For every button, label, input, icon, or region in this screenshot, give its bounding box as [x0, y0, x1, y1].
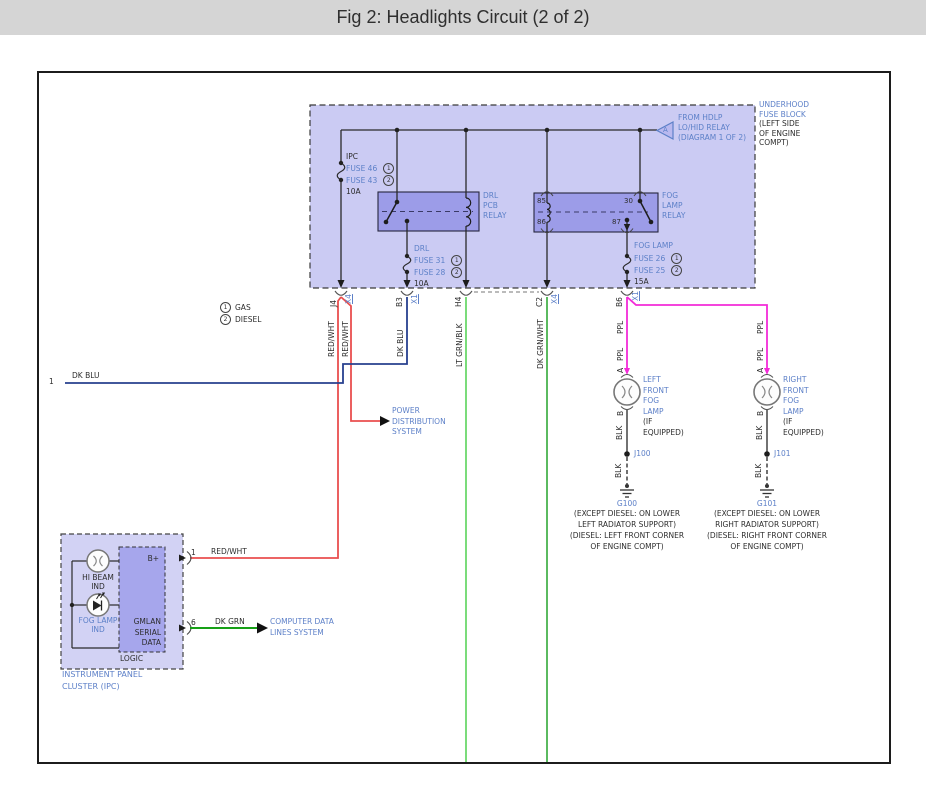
- lamp-pin-a: A: [616, 367, 625, 373]
- fog-relay-pin85: 85: [537, 197, 546, 205]
- fog-lamp-ind-label: FOG LAMP IND: [78, 616, 118, 634]
- wire-label-dk-grn: DK GRN: [215, 617, 245, 626]
- drl-fuse-row1: FUSE 31 1: [414, 255, 463, 266]
- computer-data-arrow: [257, 622, 268, 634]
- drl-fuse-amps: 10A: [414, 279, 429, 288]
- ipc-pin6: 6: [191, 618, 196, 627]
- gas-marker-icon: 1: [383, 163, 395, 174]
- ipc-fuse-name: IPC: [346, 152, 358, 161]
- legend-gas: 1 GAS: [220, 302, 251, 313]
- red-wht-wires: [190, 296, 380, 559]
- ipc-name-label: INSTRUMENT PANEL CLUSTER (IPC): [62, 670, 143, 691]
- fog-relay-pin86: 86: [537, 218, 546, 226]
- left-fog-lamp-symbol: [613, 374, 641, 410]
- pin-h4: H4: [454, 296, 463, 307]
- wire-label-blk: BLK: [614, 463, 623, 478]
- connector-x1: X1: [631, 291, 640, 301]
- diesel-marker-icon: 2: [451, 267, 463, 278]
- splice-j100: J100: [634, 449, 651, 458]
- fog-relay-pin87: 87: [612, 218, 621, 226]
- ground-symbol-g100: [620, 484, 634, 498]
- wire-label-blk: BLK: [754, 463, 763, 478]
- connector-x1: X1: [410, 294, 419, 304]
- wire-label-ppl: PPL: [756, 347, 765, 361]
- right-fog-lamp-label: RIGHT FRONT FOG LAMP (IF EQUIPPED): [783, 375, 824, 437]
- pin-c2: C2: [535, 296, 544, 307]
- hi-beam-ind-label: HI BEAM IND: [82, 573, 114, 591]
- ipc-fuse-row1: FUSE 46 1: [346, 163, 395, 174]
- logic-label: LOGIC: [120, 654, 144, 663]
- drl-fuse-name: DRL: [414, 244, 430, 253]
- drl-relay-box: [377, 191, 480, 232]
- ground-g100-location: (EXCEPT DIESEL: ON LOWER LEFT RADIATOR S…: [569, 509, 685, 551]
- fog-fuse-amps: 15A: [634, 277, 649, 286]
- gas-marker-icon: 1: [451, 255, 463, 266]
- ipc-fuse-amps: 10A: [346, 187, 361, 196]
- power-dist-arrow: [380, 416, 390, 426]
- fog-relay-pin30: 30: [624, 197, 633, 205]
- left-fog-lamp-label: LEFT FRONT FOG LAMP (IF EQUIPPED): [643, 375, 684, 437]
- wiring-diagram-page: Fig 2: Headlights Circuit (2 of 2) UNDER…: [0, 0, 926, 792]
- ipc-gmlan-label: GMLAN SERIAL DATA: [133, 617, 161, 647]
- diesel-marker-icon: 2: [671, 265, 683, 276]
- wire-label-dk-blu: DK BLU: [396, 329, 405, 357]
- diesel-marker-icon: 2: [383, 175, 395, 186]
- right-fog-lamp-symbol: [753, 374, 781, 410]
- gas-marker-icon: 1: [671, 253, 683, 264]
- splice-j101: J101: [774, 449, 791, 458]
- wire-label-red-wht: RED/WHT: [327, 321, 336, 357]
- lamp-pin-a: A: [756, 367, 765, 373]
- wire-label-red-wht-horizontal: RED/WHT: [211, 547, 247, 556]
- wire-label-lt-grn-blk: LT GRN/BLK: [455, 323, 464, 367]
- pin-b3: B3: [395, 297, 404, 307]
- wire-label-dk-grn-wht: DK GRN/WHT: [536, 319, 545, 369]
- wire-label-dk-blu-horizontal: DK BLU: [72, 371, 100, 380]
- ground-symbol-g101: [760, 484, 774, 498]
- ipc-box: [60, 533, 184, 670]
- connector-x4: X4: [550, 294, 559, 304]
- from-hdlp-label: FROM HDLP LO/HID RELAY (DIAGRAM 1 OF 2): [678, 113, 747, 142]
- lamp-pin-b: B: [756, 410, 765, 416]
- wire-label-red-wht: RED/WHT: [341, 321, 350, 357]
- diesel-marker-icon: 2: [220, 314, 231, 325]
- wire-label-ppl: PPL: [616, 320, 625, 334]
- connector-x4: X4: [344, 294, 353, 304]
- ppl-wires: [626, 296, 768, 369]
- pin-b6: B6: [615, 297, 624, 307]
- wire-label-ppl: PPL: [616, 347, 625, 361]
- fog-fuse-name: FOG LAMP: [634, 241, 673, 250]
- wire-label-ppl: PPL: [756, 320, 765, 334]
- wire-label-blk: BLK: [755, 425, 764, 440]
- pin-j4: J4: [329, 300, 338, 307]
- ipc-bplus: B+: [147, 554, 159, 563]
- fog-fuse-row2: FUSE 25 2: [634, 265, 683, 276]
- computer-data-label: COMPUTER DATA LINES SYSTEM: [270, 617, 334, 637]
- fuse-block-label: UNDERHOOD FUSE BLOCK (LEFT SIDE OF ENGIN…: [759, 100, 810, 147]
- lamp-pin-b: B: [616, 410, 625, 416]
- dk-blu-end-pin: 1: [49, 377, 54, 386]
- power-dist-label: POWER DISTRIBUTION SYSTEM: [392, 406, 446, 436]
- ground-g101-location: (EXCEPT DIESEL: ON LOWER RIGHT RADIATOR …: [707, 509, 827, 551]
- wire-label-blk: BLK: [615, 425, 624, 440]
- hi-beam-indicator-symbol: [86, 549, 110, 573]
- ipc-pin1: 1: [191, 548, 196, 557]
- ipc-fuse-row2: FUSE 43 2: [346, 175, 395, 186]
- fog-fuse-row1: FUSE 26 1: [634, 253, 683, 264]
- triangle-a-letter: A: [663, 126, 668, 134]
- gas-marker-icon: 1: [220, 302, 231, 313]
- drl-fuse-row2: FUSE 28 2: [414, 267, 463, 278]
- legend-diesel: 2 DIESEL: [220, 314, 261, 325]
- drl-relay-label: DRL PCB RELAY: [483, 191, 507, 220]
- fog-relay-label: FOG LAMP RELAY: [662, 191, 686, 220]
